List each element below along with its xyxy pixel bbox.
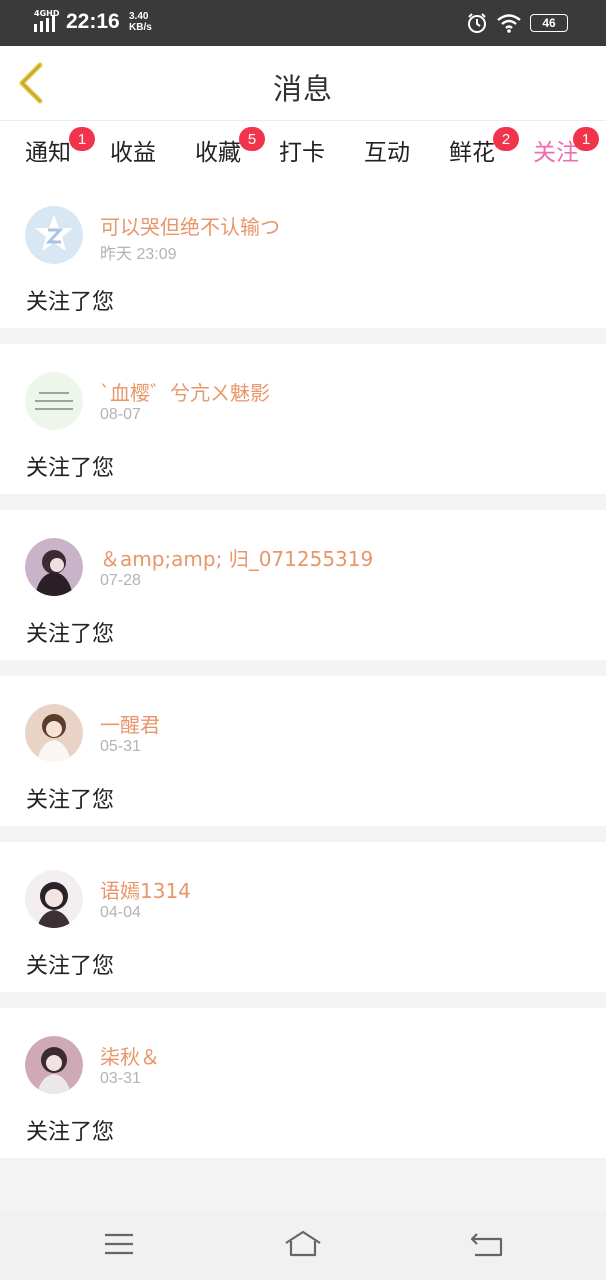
tab-earnings[interactable]: 收益 (110, 133, 156, 167)
tab-label: 打卡 (279, 140, 325, 166)
username[interactable]: ＆amp;amp; 归_071255319 (100, 543, 373, 572)
timestamp: 03-31 (100, 1070, 141, 1087)
follow-message: 关注了您 (26, 290, 115, 315)
tab-label: 收藏 (195, 140, 241, 166)
avatar[interactable] (25, 538, 83, 596)
tab-favorites[interactable]: 收藏 5 (195, 127, 265, 167)
follow-message: 关注了您 (26, 788, 115, 813)
follow-item[interactable]: 语嫣1314 04-04 关注了您 (0, 842, 606, 992)
follow-list: 可以哭但绝不认输つ 昨天 23:09 关注了您 ˋ血樱゛兮亢ㄨ魅影 08-07 … (0, 178, 606, 1174)
username[interactable]: 语嫣1314 (100, 875, 191, 904)
status-bar: 4GHD 22:16 3.40 KB/s 46 (0, 0, 606, 46)
tab-interaction[interactable]: 互动 (364, 133, 410, 167)
username[interactable]: 一醒君 (100, 709, 160, 738)
follow-message: 关注了您 (26, 954, 115, 979)
follow-item[interactable]: 一醒君 05-31 关注了您 (0, 676, 606, 826)
tab-bar: 通知 1 收益 收藏 5 打卡 互动 鲜花 2 关注 1 (0, 121, 606, 181)
tab-label: 收益 (110, 140, 156, 166)
net-speed-unit: KB/s (129, 22, 152, 33)
follow-item[interactable]: 柒秋＆ 03-31 关注了您 (0, 1008, 606, 1158)
timestamp: 昨天 23:09 (100, 246, 177, 263)
tab-flowers[interactable]: 鲜花 2 (449, 127, 519, 167)
tab-checkin[interactable]: 打卡 (279, 133, 325, 167)
follow-message: 关注了您 (26, 1120, 115, 1145)
tab-label: 鲜花 (449, 140, 495, 166)
status-icons: 46 (466, 11, 568, 35)
avatar[interactable] (25, 206, 83, 264)
unread-badge: 1 (69, 127, 95, 151)
follow-item[interactable]: ＆amp;amp; 归_071255319 07-28 关注了您 (0, 510, 606, 660)
clock: 22:16 (66, 10, 120, 33)
timestamp: 08-07 (100, 406, 141, 423)
header: 消息 (0, 46, 606, 121)
username[interactable]: 可以哭但绝不认输つ (100, 211, 280, 240)
signal-icon (34, 15, 55, 32)
wifi-icon (497, 14, 521, 33)
menu-icon[interactable] (99, 1228, 139, 1260)
avatar[interactable] (25, 1036, 83, 1094)
timestamp: 04-04 (100, 904, 141, 921)
follow-item[interactable]: 可以哭但绝不认输つ 昨天 23:09 关注了您 (0, 178, 606, 328)
username[interactable]: ˋ血樱゛兮亢ㄨ魅影 (100, 377, 270, 406)
tab-label: 互动 (364, 140, 410, 166)
tab-notifications[interactable]: 通知 1 (25, 127, 95, 167)
timestamp: 05-31 (100, 738, 141, 755)
follow-message: 关注了您 (26, 622, 115, 647)
back-icon[interactable] (467, 1228, 507, 1260)
net-speed: 3.40 KB/s (129, 11, 152, 33)
home-icon[interactable] (283, 1228, 323, 1260)
avatar[interactable] (25, 704, 83, 762)
tab-label: 关注 (533, 140, 579, 166)
net-speed-value: 3.40 (129, 11, 149, 22)
follow-item[interactable]: ˋ血樱゛兮亢ㄨ魅影 08-07 关注了您 (0, 344, 606, 494)
tab-label: 通知 (25, 140, 71, 166)
timestamp: 07-28 (100, 572, 141, 589)
unread-badge: 5 (239, 127, 265, 151)
unread-badge: 2 (493, 127, 519, 151)
avatar[interactable] (25, 372, 83, 430)
tab-follows[interactable]: 关注 1 (533, 127, 599, 181)
system-nav-bar (0, 1210, 606, 1280)
alarm-clock-icon (468, 13, 486, 33)
avatar[interactable] (25, 870, 83, 928)
page-title: 消息 (272, 72, 333, 106)
username[interactable]: 柒秋＆ (100, 1041, 160, 1070)
unread-badge: 1 (573, 127, 599, 151)
follow-message: 关注了您 (26, 456, 115, 481)
battery-level: 46 (542, 16, 556, 30)
battery-icon: 46 (530, 14, 568, 32)
